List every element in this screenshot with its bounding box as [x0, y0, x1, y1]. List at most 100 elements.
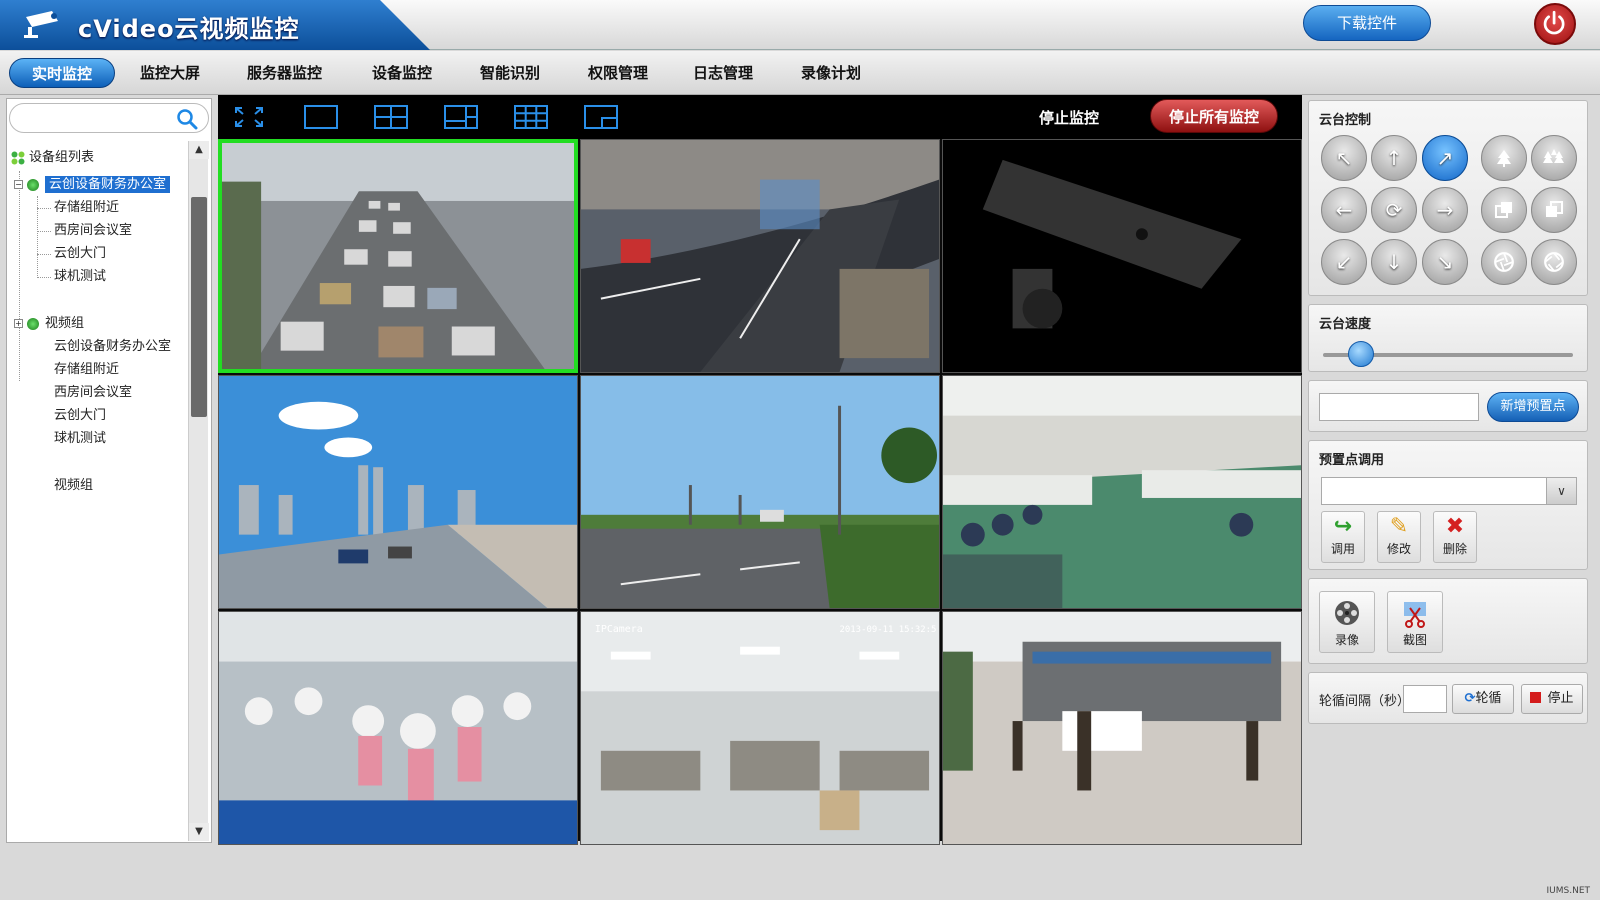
power-icon	[1543, 10, 1565, 35]
ptz-up-button[interactable]: ↑	[1371, 135, 1417, 181]
video-cell-courtyard[interactable]	[942, 611, 1302, 845]
ptz-up-left-button[interactable]: ↖	[1321, 135, 1367, 181]
record-label: 录像	[1334, 633, 1359, 647]
tree-item[interactable]: 云创设备财务办公室	[54, 336, 171, 358]
iris-close-button[interactable]	[1531, 239, 1577, 285]
tree-scrollbar[interactable]: ▲ ▼	[188, 141, 209, 841]
multi-tree-icon	[1543, 149, 1564, 163]
scroll-thumb[interactable]	[191, 197, 207, 417]
video-cell-office[interactable]: IPCamera 2013-09-11 15:32:5	[580, 611, 940, 845]
layout-6-icon[interactable]	[444, 105, 478, 129]
tree-item[interactable]: 球机测试	[54, 266, 106, 288]
edit-preset-label: 修改	[1386, 542, 1411, 556]
expand-icon[interactable]: +	[14, 319, 23, 328]
stop-square-icon	[1530, 692, 1542, 703]
nav-server-monitor[interactable]: 服务器监控	[247, 58, 322, 88]
preset-select[interactable]: ∨	[1321, 477, 1577, 505]
stop-patrol-label: 停止	[1547, 691, 1574, 706]
watermark: IUMS.NET	[1546, 886, 1591, 896]
ptz-right-button[interactable]: →	[1422, 187, 1468, 233]
download-plugin-button[interactable]: 下载控件	[1303, 5, 1431, 41]
group-list-icon	[11, 151, 25, 164]
ptz-down-left-button[interactable]: ↙	[1321, 239, 1367, 285]
stop-all-monitor-button[interactable]: 停止所有监控	[1150, 99, 1278, 133]
focus-far-icon	[1546, 201, 1563, 217]
scroll-up-icon[interactable]: ▲	[189, 141, 209, 159]
ptz-auto-rotate-button[interactable]: ⟳	[1371, 187, 1417, 233]
patrol-interval-input[interactable]	[1403, 685, 1447, 713]
focus-far-button[interactable]	[1531, 187, 1577, 233]
tree-item[interactable]: 云创大门	[54, 243, 106, 265]
device-tree: 设备组列表 − 云创设备财务办公室 存储组附近 西房间会议室 云创大门 球机测试 …	[7, 141, 187, 831]
zoom-in-button[interactable]	[1481, 135, 1527, 181]
search-input[interactable]	[20, 109, 170, 129]
tree-group-video[interactable]: + 视频组	[14, 313, 84, 335]
collapse-icon[interactable]: −	[14, 180, 23, 189]
stop-patrol-button[interactable]: 停止	[1521, 684, 1583, 714]
preset-name-input[interactable]	[1319, 393, 1479, 421]
ptz-panel: 云台控制 ↖ ↑ ↗ ← ⟳ → ↙ ↓ ↘	[1308, 100, 1588, 296]
nav-smart-recognition[interactable]: 智能识别	[480, 58, 540, 88]
video-cell-factory[interactable]	[942, 375, 1302, 609]
video-cell-bridge[interactable]	[218, 375, 578, 609]
tree-item[interactable]: 存储组附近	[54, 359, 119, 381]
preset-call-panel: 预置点调用 ∨ ↪ 调用 ✎ 修改 ✖ 删除	[1308, 440, 1588, 570]
add-preset-button[interactable]: 新增预置点	[1487, 392, 1579, 422]
layout-4-icon[interactable]	[374, 105, 408, 129]
focus-near-button[interactable]	[1481, 187, 1527, 233]
nav-record-plan[interactable]: 录像计划	[801, 58, 861, 88]
scroll-down-icon[interactable]: ▼	[189, 823, 209, 841]
video-cell-road[interactable]	[580, 375, 940, 609]
video-grid: IPCamera 2013-09-11 15:32:5	[218, 139, 1302, 845]
zoom-out-button[interactable]	[1531, 135, 1577, 181]
ptz-up-right-button[interactable]: ↗	[1422, 135, 1468, 181]
video-cell-intersection[interactable]	[580, 139, 940, 373]
focus-near-icon	[1495, 202, 1512, 218]
record-button[interactable]: 录像	[1319, 591, 1375, 653]
layout-pip-icon[interactable]	[584, 105, 618, 129]
nav-log[interactable]: 日志管理	[693, 58, 753, 88]
stop-monitor-button[interactable]: 停止监控	[1039, 107, 1099, 128]
delete-x-icon: ✖	[1445, 514, 1465, 539]
power-button[interactable]	[1534, 3, 1576, 45]
ptz-down-button[interactable]: ↓	[1371, 239, 1417, 285]
call-arrow-icon: ↪	[1333, 514, 1353, 539]
start-patrol-button[interactable]: ⟳轮循	[1452, 684, 1514, 714]
nav-device-monitor[interactable]: 设备监控	[372, 58, 432, 88]
nav-big-screen[interactable]: 监控大屏	[140, 58, 200, 88]
video-cell-highway[interactable]	[218, 139, 578, 373]
tree-root[interactable]: 设备组列表	[11, 147, 94, 169]
layout-9-icon[interactable]	[514, 105, 548, 129]
fullscreen-icon[interactable]	[232, 105, 266, 129]
tree-group-video-2[interactable]: 视频组	[54, 475, 93, 497]
snapshot-label: 截图	[1402, 633, 1427, 647]
video-toolbar: 停止监控 停止所有监控	[218, 95, 1302, 139]
delete-preset-button[interactable]: ✖ 删除	[1433, 511, 1477, 563]
iris-open-button[interactable]	[1481, 239, 1527, 285]
ptz-left-button[interactable]: ←	[1321, 187, 1367, 233]
edit-preset-button[interactable]: ✎ 修改	[1377, 511, 1421, 563]
video-cell-no-signal[interactable]	[942, 139, 1302, 373]
nav-permission[interactable]: 权限管理	[588, 58, 648, 88]
chevron-down-icon[interactable]: ∨	[1546, 478, 1576, 504]
ptz-title: 云台控制	[1319, 113, 1372, 128]
tree-item[interactable]: 西房间会议室	[54, 382, 132, 404]
call-preset-button[interactable]: ↪ 调用	[1321, 511, 1365, 563]
tree-item[interactable]: 球机测试	[54, 428, 106, 450]
layout-1-icon[interactable]	[304, 105, 338, 129]
tree-item[interactable]: 西房间会议室	[54, 220, 132, 242]
tree-item[interactable]: 云创大门	[54, 405, 106, 427]
preset-call-title: 预置点调用	[1319, 453, 1385, 468]
call-preset-label: 调用	[1330, 542, 1355, 556]
tree-item[interactable]: 存储组附近	[54, 197, 119, 219]
online-icon	[27, 317, 39, 330]
snapshot-button[interactable]: 截图	[1387, 591, 1443, 653]
search-icon[interactable]	[176, 108, 198, 130]
tree-group-finance[interactable]: − 云创设备财务办公室	[14, 174, 171, 196]
speed-slider-knob[interactable]	[1347, 341, 1374, 367]
ptz-down-right-button[interactable]: ↘	[1422, 239, 1468, 285]
tree-search[interactable]	[9, 103, 209, 133]
camera-logo-icon	[24, 11, 58, 38]
nav-realtime-monitor[interactable]: 实时监控	[9, 58, 116, 88]
video-cell-workers[interactable]	[218, 611, 578, 845]
